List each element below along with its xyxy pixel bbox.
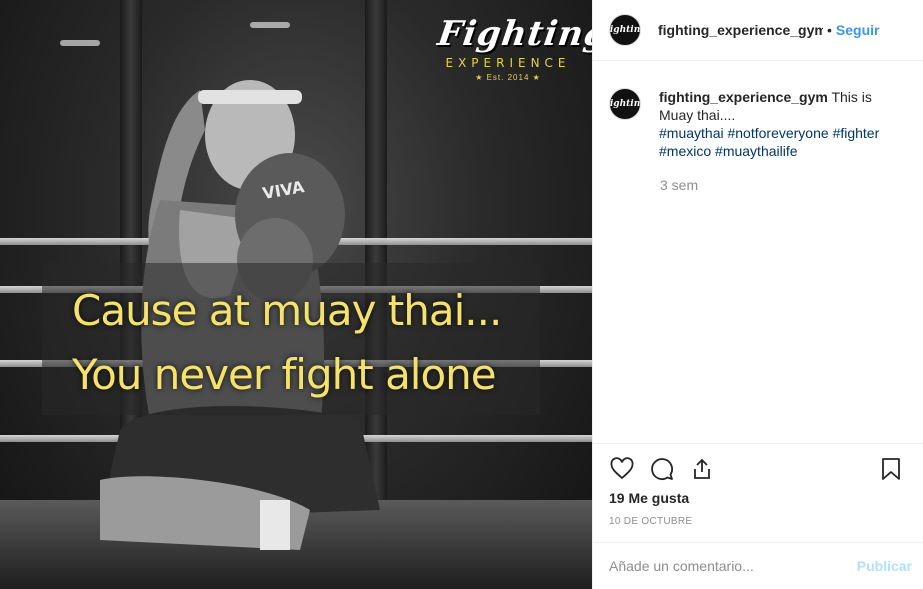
post-date[interactable]: 10 DE OCTUBRE (609, 516, 692, 527)
publish-button[interactable]: Publicar (857, 558, 912, 574)
post-header: Fighting fighting_experience_gym • Segui… (593, 0, 923, 61)
arena-light (250, 22, 290, 28)
avatar[interactable]: Fighting (603, 88, 647, 120)
brand-logo-est: ★ Est. 2014 ★ (475, 73, 541, 82)
avatar-logo-text: Fighting (603, 99, 647, 109)
avatar-logo-text: Fighting (603, 25, 647, 35)
follow-button[interactable]: Seguir (836, 22, 880, 38)
bookmark-icon[interactable] (878, 456, 904, 482)
overlay-text-line-2: You never fight alone (72, 350, 497, 399)
separator-dot: • (827, 22, 832, 38)
caption-text-block: fighting_experience_gym This is Muay tha… (659, 88, 909, 160)
avatar[interactable]: Fighting (603, 14, 647, 46)
hashtag-link[interactable]: #notforeveryone (727, 125, 828, 141)
comment-input[interactable] (609, 558, 857, 574)
post-side-panel: Fighting fighting_experience_gym • Segui… (592, 0, 923, 589)
action-bar (593, 444, 923, 494)
caption-comment: Fighting fighting_experience_gym This is… (603, 88, 909, 160)
post-time[interactable]: 3 sem (660, 177, 698, 193)
comment-icon[interactable] (649, 456, 675, 482)
brand-logo-subtitle: EXPERIENCE (445, 56, 571, 70)
post-image[interactable]: VIVA Cause at muay thai... You never fig… (0, 0, 592, 589)
likes-count[interactable]: 19 Me gusta (609, 490, 689, 506)
brand-logo-script: Fighting (435, 14, 592, 54)
hashtag-link[interactable]: #muaythai (659, 125, 724, 141)
hashtag-link[interactable]: #mexico (659, 143, 711, 159)
overlay-text-line-1: Cause at muay thai... (72, 286, 502, 335)
brand-logo: Fighting EXPERIENCE ★ Est. 2014 ★ (435, 14, 592, 94)
share-icon[interactable] (689, 456, 715, 482)
hashtag-link[interactable]: #fighter (833, 125, 880, 141)
caption-username[interactable]: fighting_experience_gym (659, 89, 828, 105)
hashtag-link[interactable]: #muaythailife (715, 143, 798, 159)
post-actions-section: 19 Me gusta 10 DE OCTUBRE (593, 443, 923, 542)
add-comment-bar: Publicar (593, 542, 923, 589)
header-username[interactable]: fighting_experience_gym (658, 22, 823, 38)
heart-icon[interactable] (609, 456, 635, 482)
